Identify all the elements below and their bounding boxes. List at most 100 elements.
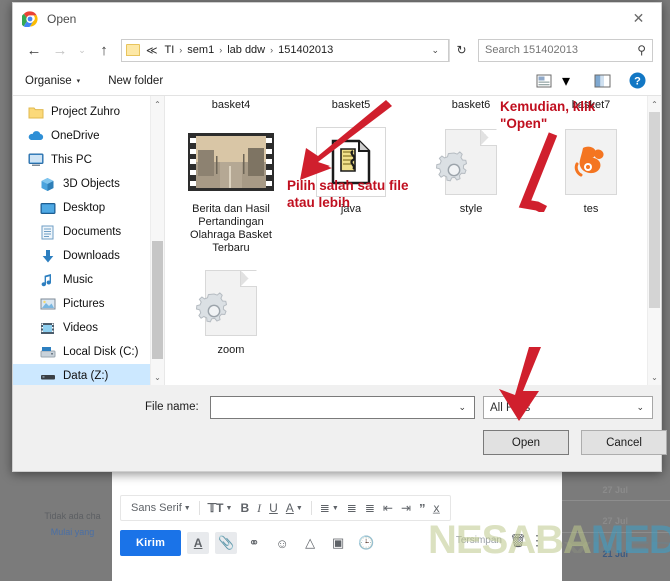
numbered-list-icon[interactable]: ≣ bbox=[343, 497, 361, 519]
folder-icon bbox=[27, 104, 44, 120]
insert-emoji-icon[interactable]: ☺ bbox=[271, 532, 293, 554]
sidebar-item-desktop[interactable]: Desktop bbox=[13, 196, 164, 220]
search-box[interactable]: ⚲ bbox=[478, 38, 653, 62]
help-icon[interactable]: ? bbox=[625, 70, 649, 92]
sidebar-item-videos[interactable]: Videos bbox=[13, 316, 164, 340]
sidebar-item-downloads[interactable]: Downloads bbox=[13, 244, 164, 268]
file-thumbnail bbox=[435, 124, 497, 200]
search-icon[interactable]: ⚲ bbox=[637, 43, 646, 57]
font-size-icon[interactable]: 𝕋T ▼ bbox=[204, 497, 237, 519]
scroll-down-icon[interactable]: ⌄ bbox=[151, 369, 164, 385]
sidebar-scrollbar[interactable]: ⌃ ⌄ bbox=[150, 96, 164, 385]
file-item-basket4[interactable]: basket4 bbox=[171, 96, 291, 118]
hard-drive-icon bbox=[39, 344, 56, 360]
scroll-up-icon[interactable]: ⌃ bbox=[648, 96, 661, 112]
back-button[interactable]: ← bbox=[21, 37, 47, 63]
file-item-zoom[interactable]: zoom bbox=[171, 259, 291, 357]
file-item-tes[interactable]: tes bbox=[531, 118, 651, 255]
file-item-basket6[interactable]: basket6 bbox=[411, 96, 531, 118]
file-grid-row: zoom bbox=[171, 259, 661, 357]
sidebar-item-local-disk-c[interactable]: Local Disk (C:) bbox=[13, 340, 164, 364]
filetype-select[interactable]: All Files ⌄ bbox=[483, 396, 653, 419]
bulleted-list-icon[interactable]: ≣ bbox=[361, 497, 379, 519]
gear-icon bbox=[435, 151, 468, 182]
insert-drive-icon[interactable]: △ bbox=[299, 532, 321, 554]
more-options-icon[interactable]: ⋮ bbox=[530, 532, 544, 549]
attach-file-icon[interactable]: 📎 bbox=[215, 532, 238, 554]
file-pane-scrollbar[interactable]: ⌃ ⌄ bbox=[647, 96, 661, 385]
cancel-button[interactable]: Cancel bbox=[581, 430, 667, 455]
file-item-berita-basket[interactable]: Berita dan Hasil Pertandingan Olahraga B… bbox=[171, 118, 291, 255]
breadcrumb-item-lab-ddw[interactable]: lab ddw bbox=[224, 44, 268, 56]
sidebar-item-label: Local Disk (C:) bbox=[63, 346, 139, 358]
chevron-down-icon: ▼ bbox=[295, 504, 303, 512]
file-pane-scrollbar-thumb[interactable] bbox=[649, 112, 660, 308]
breadcrumb-overflow[interactable]: ≪ bbox=[140, 44, 162, 57]
organise-button[interactable]: Organise ▾ bbox=[25, 75, 80, 87]
chevron-down-icon[interactable]: ⌄ bbox=[452, 402, 472, 413]
align-icon[interactable]: ≣ ▼ bbox=[316, 497, 343, 519]
sidebar-item-label: Downloads bbox=[63, 250, 120, 262]
bold-icon[interactable]: B bbox=[236, 497, 253, 519]
sidebar-item-pictures[interactable]: Pictures bbox=[13, 292, 164, 316]
breadcrumb-item-ti[interactable]: TI bbox=[162, 44, 178, 56]
sidebar-item-documents[interactable]: Documents bbox=[13, 220, 164, 244]
sidebar-item-this-pc[interactable]: This PC bbox=[13, 148, 164, 172]
filename-field[interactable]: ⌄ bbox=[210, 396, 475, 419]
confidential-mode-icon[interactable]: 🕒 bbox=[355, 532, 377, 554]
indent-less-icon[interactable]: ⇤ bbox=[379, 497, 397, 519]
underline-icon[interactable]: U bbox=[265, 497, 282, 519]
insert-photo-icon[interactable]: ▣ bbox=[327, 532, 349, 554]
sidebar-item-label: Documents bbox=[63, 226, 122, 238]
new-folder-button[interactable]: New folder bbox=[108, 75, 163, 87]
sidebar-item-data-z[interactable]: Data (Z:) bbox=[13, 364, 164, 385]
insert-link-icon[interactable]: ⚭ bbox=[243, 532, 265, 554]
file-item-basket7[interactable]: basket7 bbox=[531, 96, 651, 118]
dialog-title: Open bbox=[47, 11, 77, 26]
sidebar-item-project-zuhro[interactable]: Project Zuhro bbox=[13, 100, 164, 124]
breadcrumb-item-151402013[interactable]: 151402013 bbox=[275, 44, 336, 56]
sidebar-scrollbar-thumb[interactable] bbox=[152, 241, 163, 359]
compose-action-bar: Kirim A 📎 ⚭ ☺ △ ▣ 🕒 bbox=[120, 530, 377, 556]
sidebar-item-onedrive[interactable]: OneDrive bbox=[13, 124, 164, 148]
sidebar-item-label: Data (Z:) bbox=[63, 370, 109, 382]
view-layout-icon[interactable] bbox=[532, 70, 556, 92]
file-item-basket5[interactable]: basket5 bbox=[291, 96, 411, 118]
close-icon[interactable]: ✕ bbox=[616, 3, 661, 34]
preview-pane-icon[interactable] bbox=[590, 70, 614, 92]
search-input[interactable] bbox=[485, 44, 638, 56]
font-family-select[interactable]: Sans Serif ▼ bbox=[127, 497, 195, 519]
indent-more-icon[interactable]: ⇥ bbox=[397, 497, 415, 519]
sidebar-item-3d-objects[interactable]: 3D Objects bbox=[13, 172, 164, 196]
sidebar-item-music[interactable]: Music bbox=[13, 268, 164, 292]
filename-input[interactable] bbox=[216, 401, 453, 414]
chevron-down-icon[interactable]: ▾ bbox=[559, 70, 573, 92]
sidebar-item-label: 3D Objects bbox=[63, 178, 120, 190]
quote-icon[interactable]: ” bbox=[415, 497, 430, 519]
scroll-up-icon[interactable]: ⌃ bbox=[151, 96, 164, 112]
up-button[interactable]: ↑ bbox=[91, 37, 117, 63]
breadcrumb-separator: › bbox=[179, 45, 183, 55]
file-item-java[interactable]: java bbox=[291, 118, 411, 255]
sidebar-item-label: Pictures bbox=[63, 298, 105, 310]
list-item-date: 21 Jul bbox=[602, 549, 628, 559]
file-grid-row: basket4 basket5 basket6 basket7 bbox=[171, 96, 661, 118]
remove-format-icon[interactable]: x̲ bbox=[430, 497, 444, 519]
send-button[interactable]: Kirim bbox=[120, 530, 182, 556]
discard-draft-icon[interactable]: 🗑 bbox=[509, 533, 526, 549]
scroll-down-icon[interactable]: ⌄ bbox=[648, 369, 661, 385]
file-label: basket7 bbox=[571, 99, 611, 111]
forward-button[interactable]: → bbox=[47, 37, 73, 63]
chevron-down-icon[interactable]: ⌄ bbox=[424, 45, 446, 56]
formatting-icon[interactable]: A bbox=[187, 532, 210, 554]
italic-icon[interactable]: I bbox=[253, 497, 265, 519]
refresh-icon[interactable]: ↻ bbox=[449, 38, 473, 62]
music-note-icon bbox=[39, 272, 56, 288]
breadcrumb-item-sem1[interactable]: sem1 bbox=[184, 44, 217, 56]
text-color-icon[interactable]: A ▼ bbox=[282, 497, 307, 519]
recent-locations-button[interactable]: ⌄ bbox=[73, 37, 91, 63]
open-button[interactable]: Open bbox=[483, 430, 569, 455]
file-item-style[interactable]: style bbox=[411, 118, 531, 255]
address-bar[interactable]: ≪ TI › sem1 › lab ddw › 151402013 ⌄ bbox=[121, 38, 449, 62]
chevron-down-icon[interactable]: ⌄ bbox=[630, 402, 650, 413]
